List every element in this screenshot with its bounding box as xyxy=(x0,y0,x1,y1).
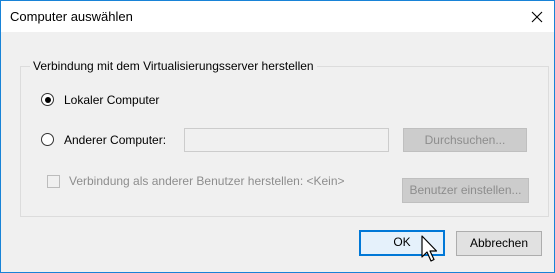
other-user-label: Verbindung als anderer Benutzer herstell… xyxy=(69,174,345,188)
close-icon xyxy=(531,11,543,22)
browse-button[interactable]: Durchsuchen... xyxy=(403,128,527,152)
close-button[interactable] xyxy=(520,1,554,32)
computer-name-input[interactable] xyxy=(184,128,389,152)
cancel-button[interactable]: Abbrechen xyxy=(456,231,542,256)
local-computer-radio[interactable] xyxy=(41,93,54,106)
local-computer-label: Lokaler Computer xyxy=(64,93,160,107)
title-bar: Computer auswählen xyxy=(1,1,554,32)
set-user-button[interactable]: Benutzer einstellen... xyxy=(402,178,529,203)
other-user-checkbox[interactable] xyxy=(47,175,60,188)
other-computer-label: Anderer Computer: xyxy=(64,133,167,147)
other-computer-radio[interactable] xyxy=(41,133,54,146)
groupbox-label: Verbindung mit dem Virtualisierungsserve… xyxy=(30,58,317,74)
window-title: Computer auswählen xyxy=(10,9,133,24)
mouse-pointer-icon xyxy=(421,235,438,262)
